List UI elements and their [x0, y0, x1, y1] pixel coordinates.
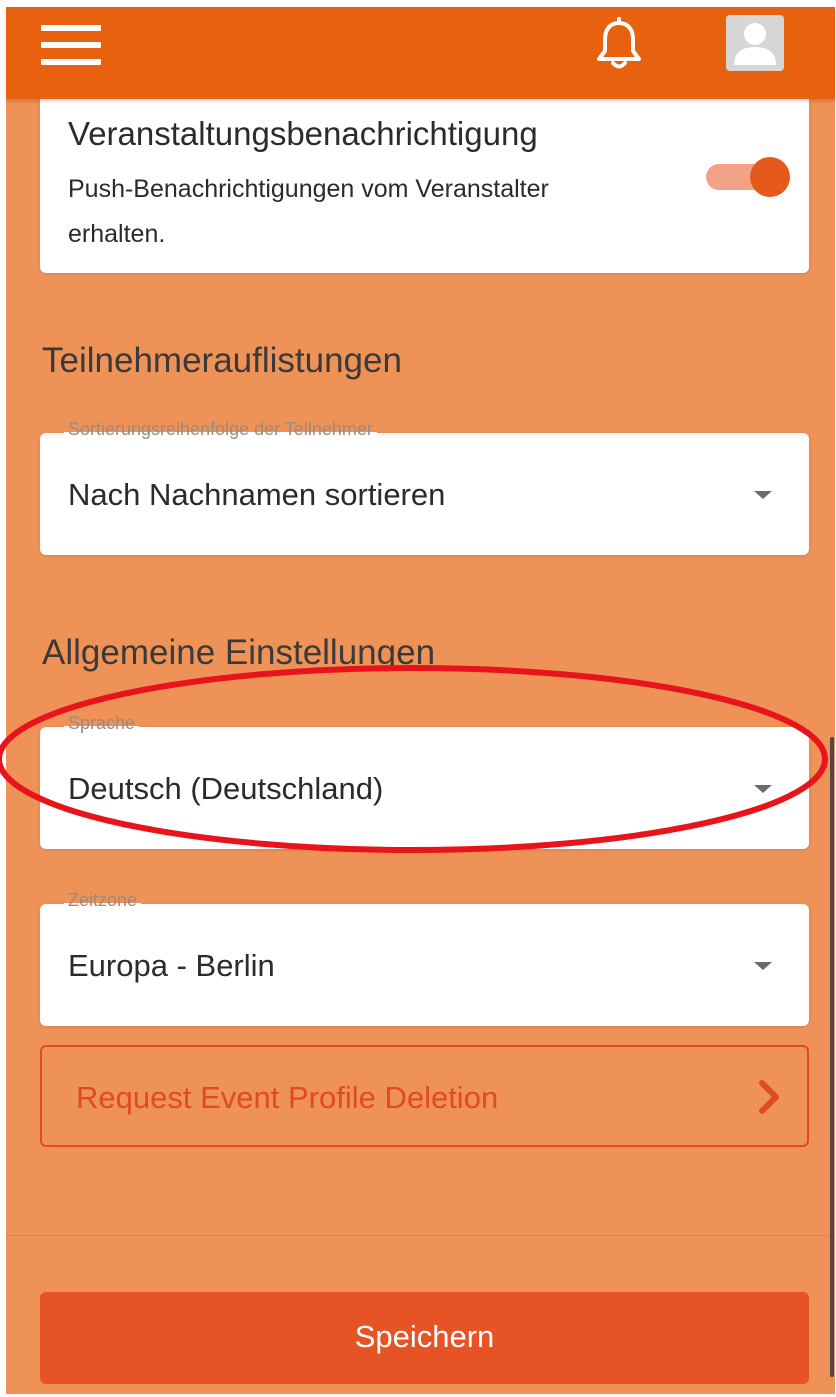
caret-down-icon: [754, 962, 772, 970]
general-settings-heading: Allgemeine Einstellungen: [42, 633, 436, 672]
attendee-sort-label: Sortierungsreihenfolge der Teilnehmer: [64, 419, 377, 440]
event-notification-title: Veranstaltungsbenachrichtigung: [68, 115, 538, 152]
attendee-sort-value: Nach Nachnamen sortieren: [68, 477, 446, 512]
timezone-label: Zeitzone: [64, 890, 142, 911]
caret-down-icon: [754, 491, 772, 499]
event-notification-description: Push-Benachrichtigungen vom Veranstalter…: [68, 175, 549, 248]
user-avatar-icon[interactable]: [726, 15, 784, 71]
request-profile-deletion-label: Request Event Profile Deletion: [76, 1080, 499, 1115]
language-label: Sprache: [64, 713, 140, 734]
attendee-sort-select[interactable]: Sortierungsreihenfolge der Teilnehmer Na…: [40, 419, 809, 555]
chevron-right-icon: [759, 1080, 779, 1114]
timezone-value: Europa - Berlin: [68, 948, 275, 983]
save-button-label: Speichern: [354, 1319, 495, 1354]
language-value: Deutsch (Deutschland): [68, 771, 384, 806]
caret-down-icon: [754, 785, 772, 793]
attendee-listings-heading: Teilnehmerauflistungen: [42, 341, 402, 380]
app-header: [6, 7, 835, 99]
event-notification-toggle[interactable]: [706, 157, 792, 197]
footer-divider: [6, 1235, 835, 1236]
bell-icon[interactable]: [594, 17, 644, 73]
settings-screen: Veranstaltungsbenachrichtigung Push-Bena…: [6, 7, 835, 1394]
request-profile-deletion-button[interactable]: Request Event Profile Deletion: [40, 1045, 809, 1147]
hamburger-menu-icon[interactable]: [41, 25, 101, 65]
timezone-select[interactable]: Zeitzone Europa - Berlin: [40, 890, 809, 1026]
scrollbar[interactable]: [830, 737, 834, 1377]
toggle-knob: [750, 157, 790, 197]
save-button[interactable]: Speichern: [40, 1292, 809, 1384]
language-select[interactable]: Sprache Deutsch (Deutschland): [40, 713, 809, 849]
